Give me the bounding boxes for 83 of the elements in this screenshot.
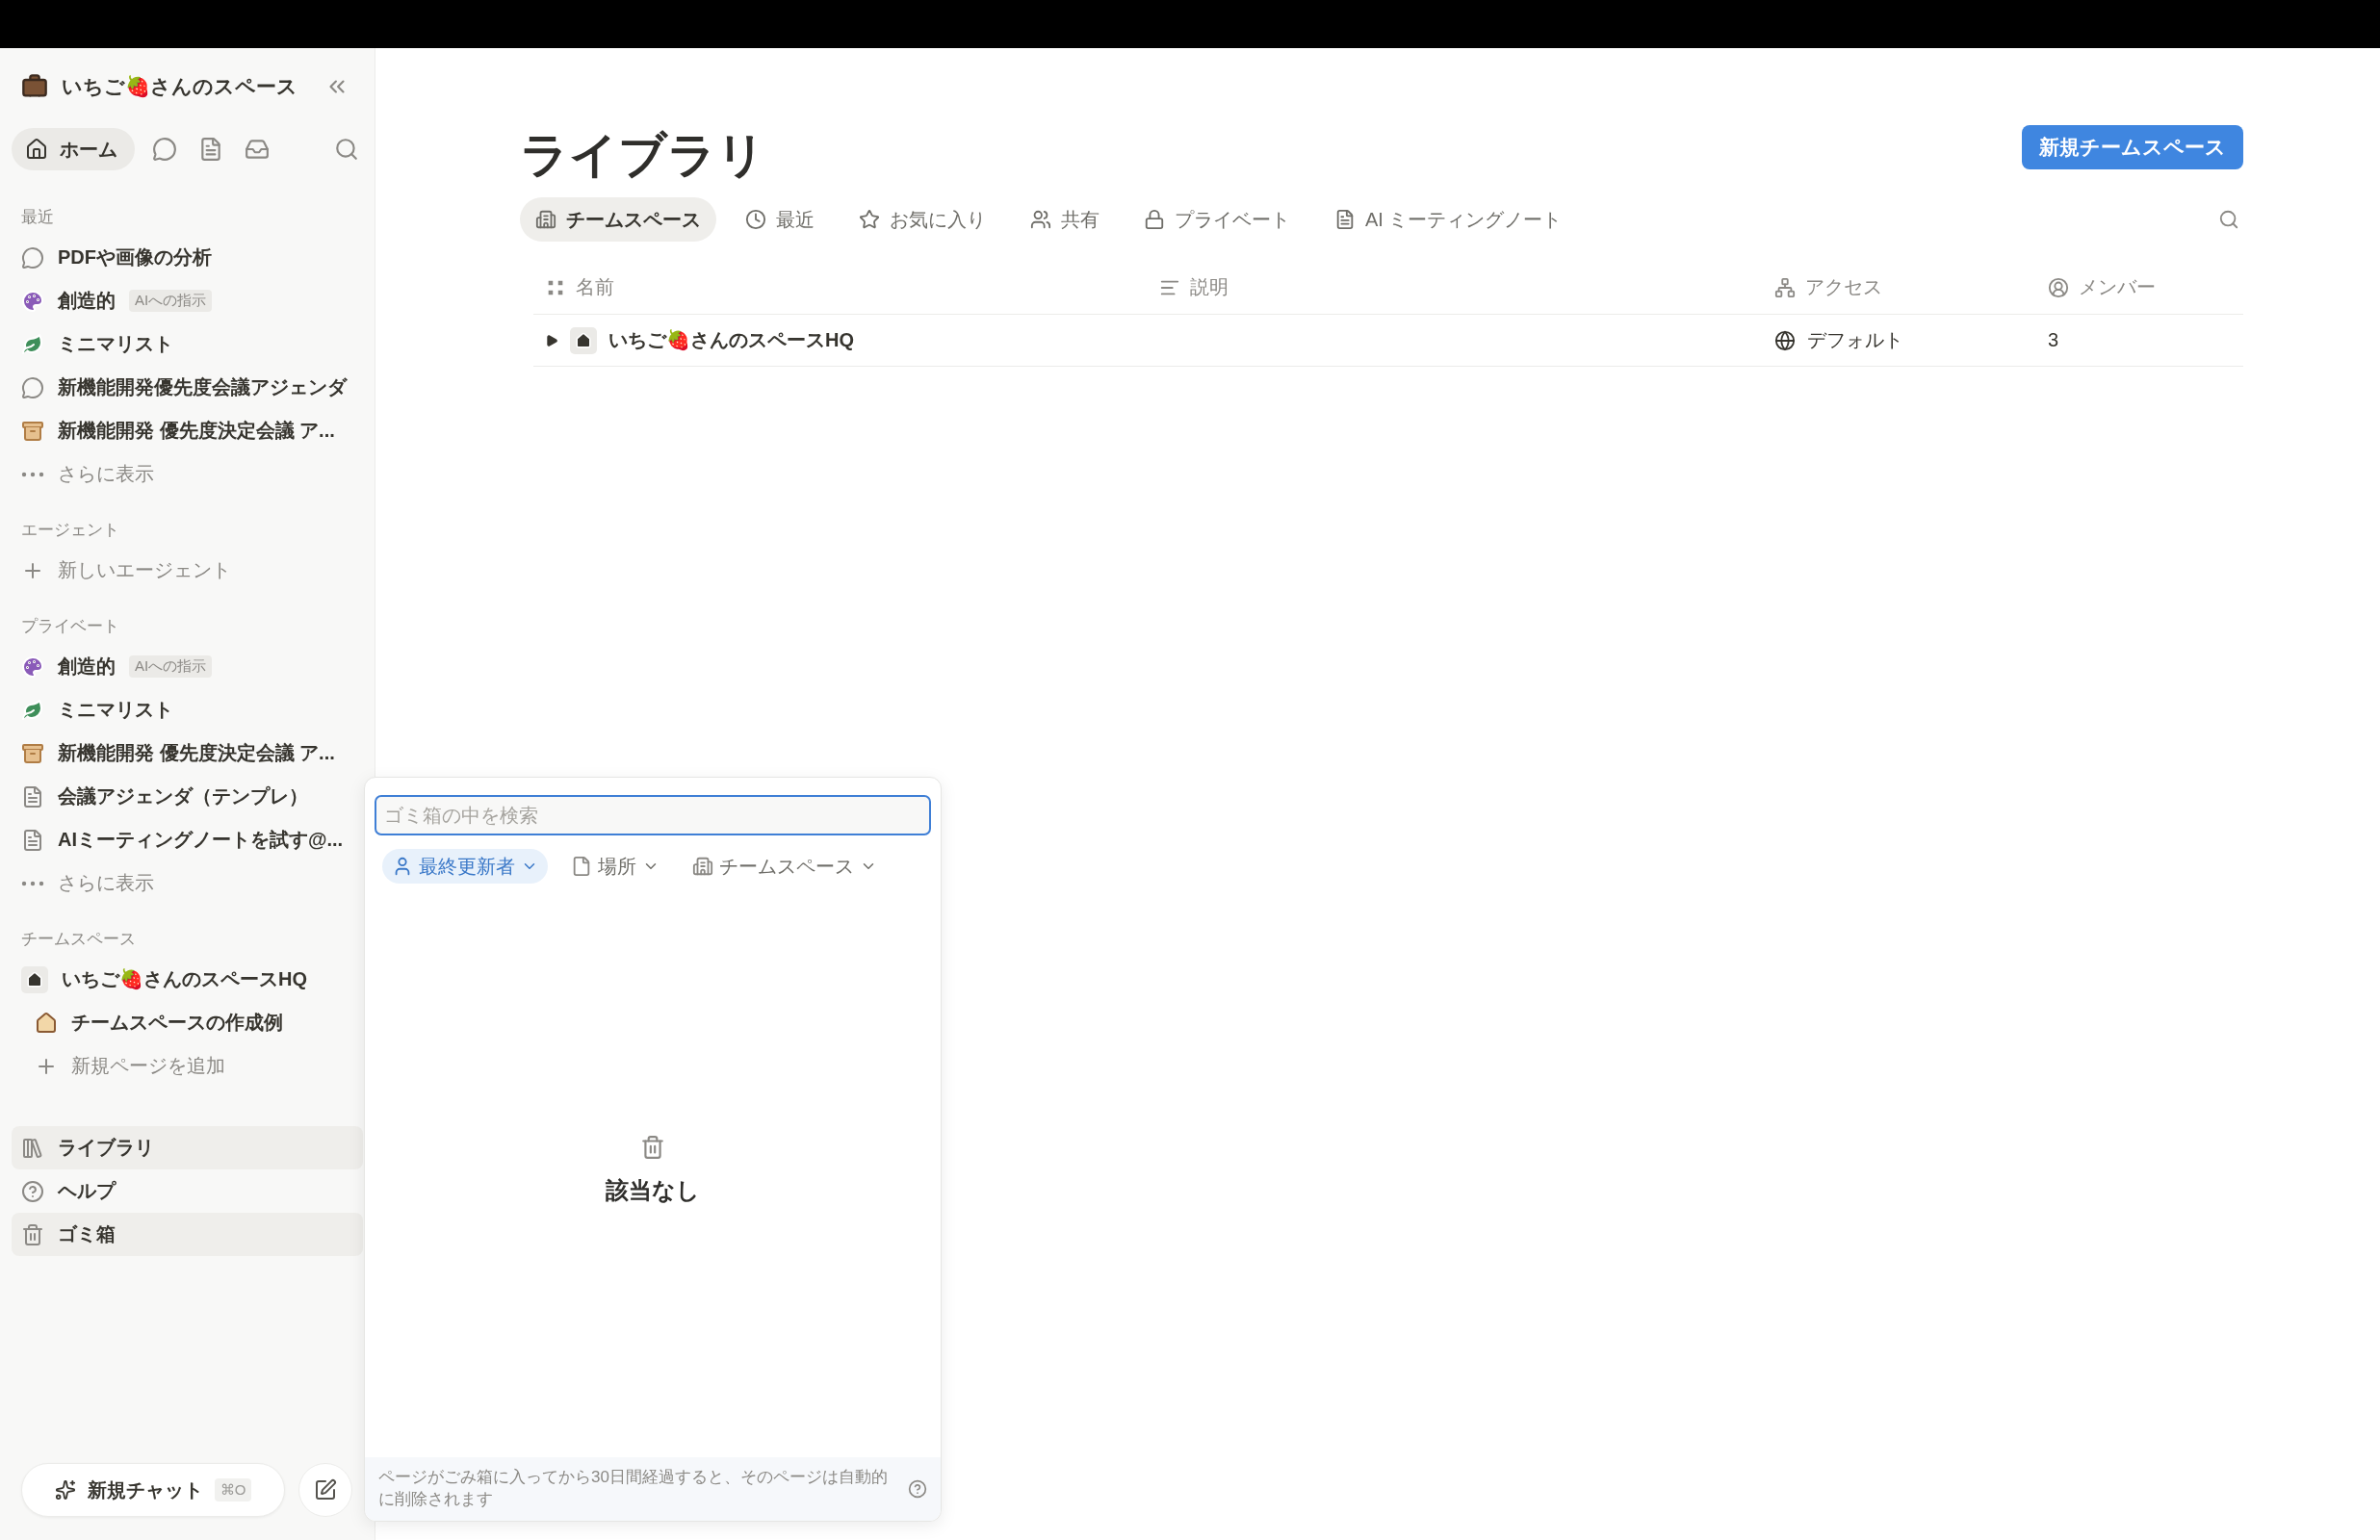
document-icon: [1334, 209, 1356, 230]
books-icon: [21, 1136, 44, 1160]
section-title: エージェント: [20, 520, 120, 541]
help-icon[interactable]: [908, 1479, 927, 1500]
empty-message: 該当なし: [606, 1176, 700, 1206]
tag: AIへの指示: [129, 655, 213, 678]
star-icon: [859, 209, 880, 230]
tab[interactable]: AI ミーティングノート: [1319, 197, 1578, 242]
speech-bubble-icon: [21, 245, 44, 270]
sidebar-item[interactable]: 新機能開発優先度会議アジェンダ: [12, 366, 363, 409]
sidebar-item[interactable]: ヘルプ: [12, 1169, 363, 1213]
sidebar-item[interactable]: 創造的 AIへの指示: [12, 645, 363, 688]
expand-icon[interactable]: [545, 333, 558, 347]
section-title: 最近: [20, 207, 55, 228]
tab[interactable]: チームスペース: [520, 197, 716, 242]
tab[interactable]: 最近: [730, 197, 830, 242]
trash-icon: [21, 1222, 44, 1246]
section-title: プライベート: [20, 616, 120, 637]
help-icon: [21, 1179, 44, 1203]
ellipsis-icon: [21, 880, 44, 886]
building-icon: [535, 209, 556, 230]
house-icon: [21, 965, 48, 993]
filter-button[interactable]: 最終更新者: [382, 849, 548, 884]
column-header: 説明: [1148, 261, 1763, 315]
info-note: ページがごみ箱に入ってから30日間経過すると、そのページは自動的に削除されます: [378, 1467, 889, 1511]
sidebar-item[interactable]: 新機能開発 優先度決定会議 ア...: [12, 409, 363, 452]
sidebar-item[interactable]: ライブラリ: [12, 1126, 363, 1169]
house-icon: [570, 326, 597, 354]
filter-button[interactable]: 場所: [561, 849, 669, 884]
sidebar-item[interactable]: いちご🍓さんのスペースHQ: [12, 958, 363, 1001]
people-icon: [1030, 209, 1051, 230]
home-button[interactable]: ホーム: [12, 128, 135, 170]
sidebar-item[interactable]: PDFや画像の分析: [12, 236, 363, 279]
sidebar-item[interactable]: ゴミ箱: [12, 1213, 363, 1256]
page-title: ライブラリ: [520, 127, 765, 184]
table-cell[interactable]: いちご🍓さんのスペースHQ: [608, 327, 854, 353]
tab[interactable]: プライベート: [1128, 197, 1306, 242]
sidebar-item[interactable]: ミニマリスト: [12, 322, 363, 366]
tab[interactable]: お気に入り: [843, 197, 1001, 242]
sidebar-item[interactable]: 新機能開発 優先度決定会議 ア...: [12, 732, 363, 775]
sidebar-item[interactable]: 創造的 AIへの指示: [12, 279, 363, 322]
home-icon: [25, 138, 48, 161]
trash-icon: [640, 1135, 665, 1161]
shortcut-key: ⌘O: [214, 1478, 252, 1502]
page-icon: [571, 856, 592, 877]
new-teamspace-button[interactable]: 新規チームスペース: [2022, 125, 2243, 169]
tab[interactable]: 共有: [1015, 197, 1115, 242]
box-icon: [21, 419, 44, 443]
column-header: メンバー: [2036, 261, 2243, 315]
column-header: 名前: [533, 261, 1148, 315]
box-icon: [21, 741, 44, 765]
ellipsis-icon: [21, 471, 44, 477]
document-icon: [21, 784, 44, 808]
workspace-name[interactable]: いちご🍓さんのスペース: [62, 73, 307, 100]
leaf-icon: [21, 698, 44, 722]
lock-icon: [1144, 209, 1165, 230]
leaf-icon: [21, 332, 44, 356]
tag: AIへの指示: [129, 290, 213, 312]
briefcase-icon: [21, 73, 48, 100]
compose-button[interactable]: [298, 1463, 352, 1517]
house-icon: [35, 1011, 58, 1035]
sidebar-item[interactable]: ミニマリスト: [12, 688, 363, 732]
sidebar-item[interactable]: チームスペースの作成例: [12, 1001, 363, 1044]
column-header: アクセス: [1763, 261, 2036, 315]
person-icon: [2048, 276, 2069, 298]
speech-bubble-icon: [21, 375, 44, 399]
palette-icon: [21, 289, 44, 313]
sidebar-item[interactable]: AIミーティングノートを試す@...: [12, 818, 363, 861]
sidebar-item[interactable]: 会議アジェンダ（テンプレ）: [12, 775, 363, 818]
document-icon: [21, 828, 44, 852]
building-icon: [692, 856, 713, 877]
table-cell: 3: [2048, 329, 2059, 351]
new-chat-button[interactable]: 新規チャット ⌘O: [21, 1463, 285, 1517]
table-cell-text: デフォルト: [1807, 328, 1903, 352]
globe-icon: [1774, 329, 1796, 351]
palette-icon: [21, 654, 44, 679]
section-title: チームスペース: [20, 929, 137, 950]
clock-icon: [745, 209, 766, 230]
hierarchy-icon: [1774, 276, 1796, 298]
filter-button[interactable]: チームスペース: [683, 849, 887, 884]
search-field[interactable]: ゴミ箱の中を検索: [375, 795, 931, 835]
sparkle-icon: [54, 1479, 76, 1501]
compose-icon: [314, 1478, 337, 1502]
